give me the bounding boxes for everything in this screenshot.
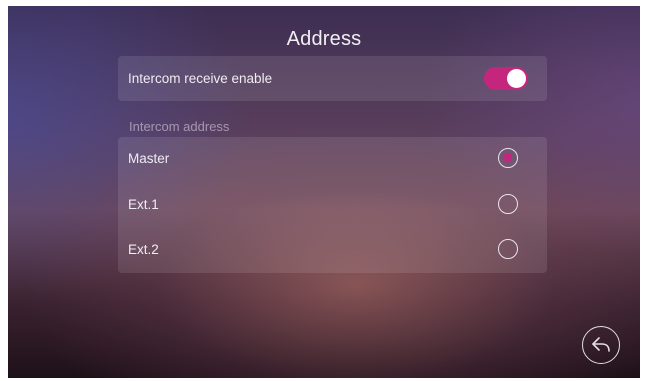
address-option-label: Ext.2 xyxy=(128,242,159,257)
intercom-enable-label: Intercom receive enable xyxy=(128,71,273,86)
radio-dot xyxy=(503,153,512,162)
page-title: Address xyxy=(286,28,362,50)
intercom-address-list: Master Ext.1 Ext.2 xyxy=(118,137,547,273)
address-option-ext2[interactable]: Ext.2 xyxy=(118,228,547,273)
screen: Address Intercom receive enable Intercom… xyxy=(8,6,640,378)
address-option-master[interactable]: Master xyxy=(118,137,547,182)
address-option-label: Master xyxy=(128,151,170,166)
back-arrow-icon xyxy=(592,337,610,352)
toggle-knob xyxy=(507,69,526,88)
radio-unselected-icon[interactable] xyxy=(498,239,518,259)
address-option-label: Ext.1 xyxy=(128,197,159,212)
radio-selected-icon[interactable] xyxy=(498,148,518,168)
intercom-address-section-label: Intercom address xyxy=(129,119,230,134)
intercom-enable-toggle[interactable] xyxy=(484,67,528,90)
intercom-enable-row[interactable]: Intercom receive enable xyxy=(118,56,547,101)
back-button[interactable] xyxy=(582,326,620,364)
address-option-ext1[interactable]: Ext.1 xyxy=(118,183,547,228)
radio-unselected-icon[interactable] xyxy=(498,194,518,214)
